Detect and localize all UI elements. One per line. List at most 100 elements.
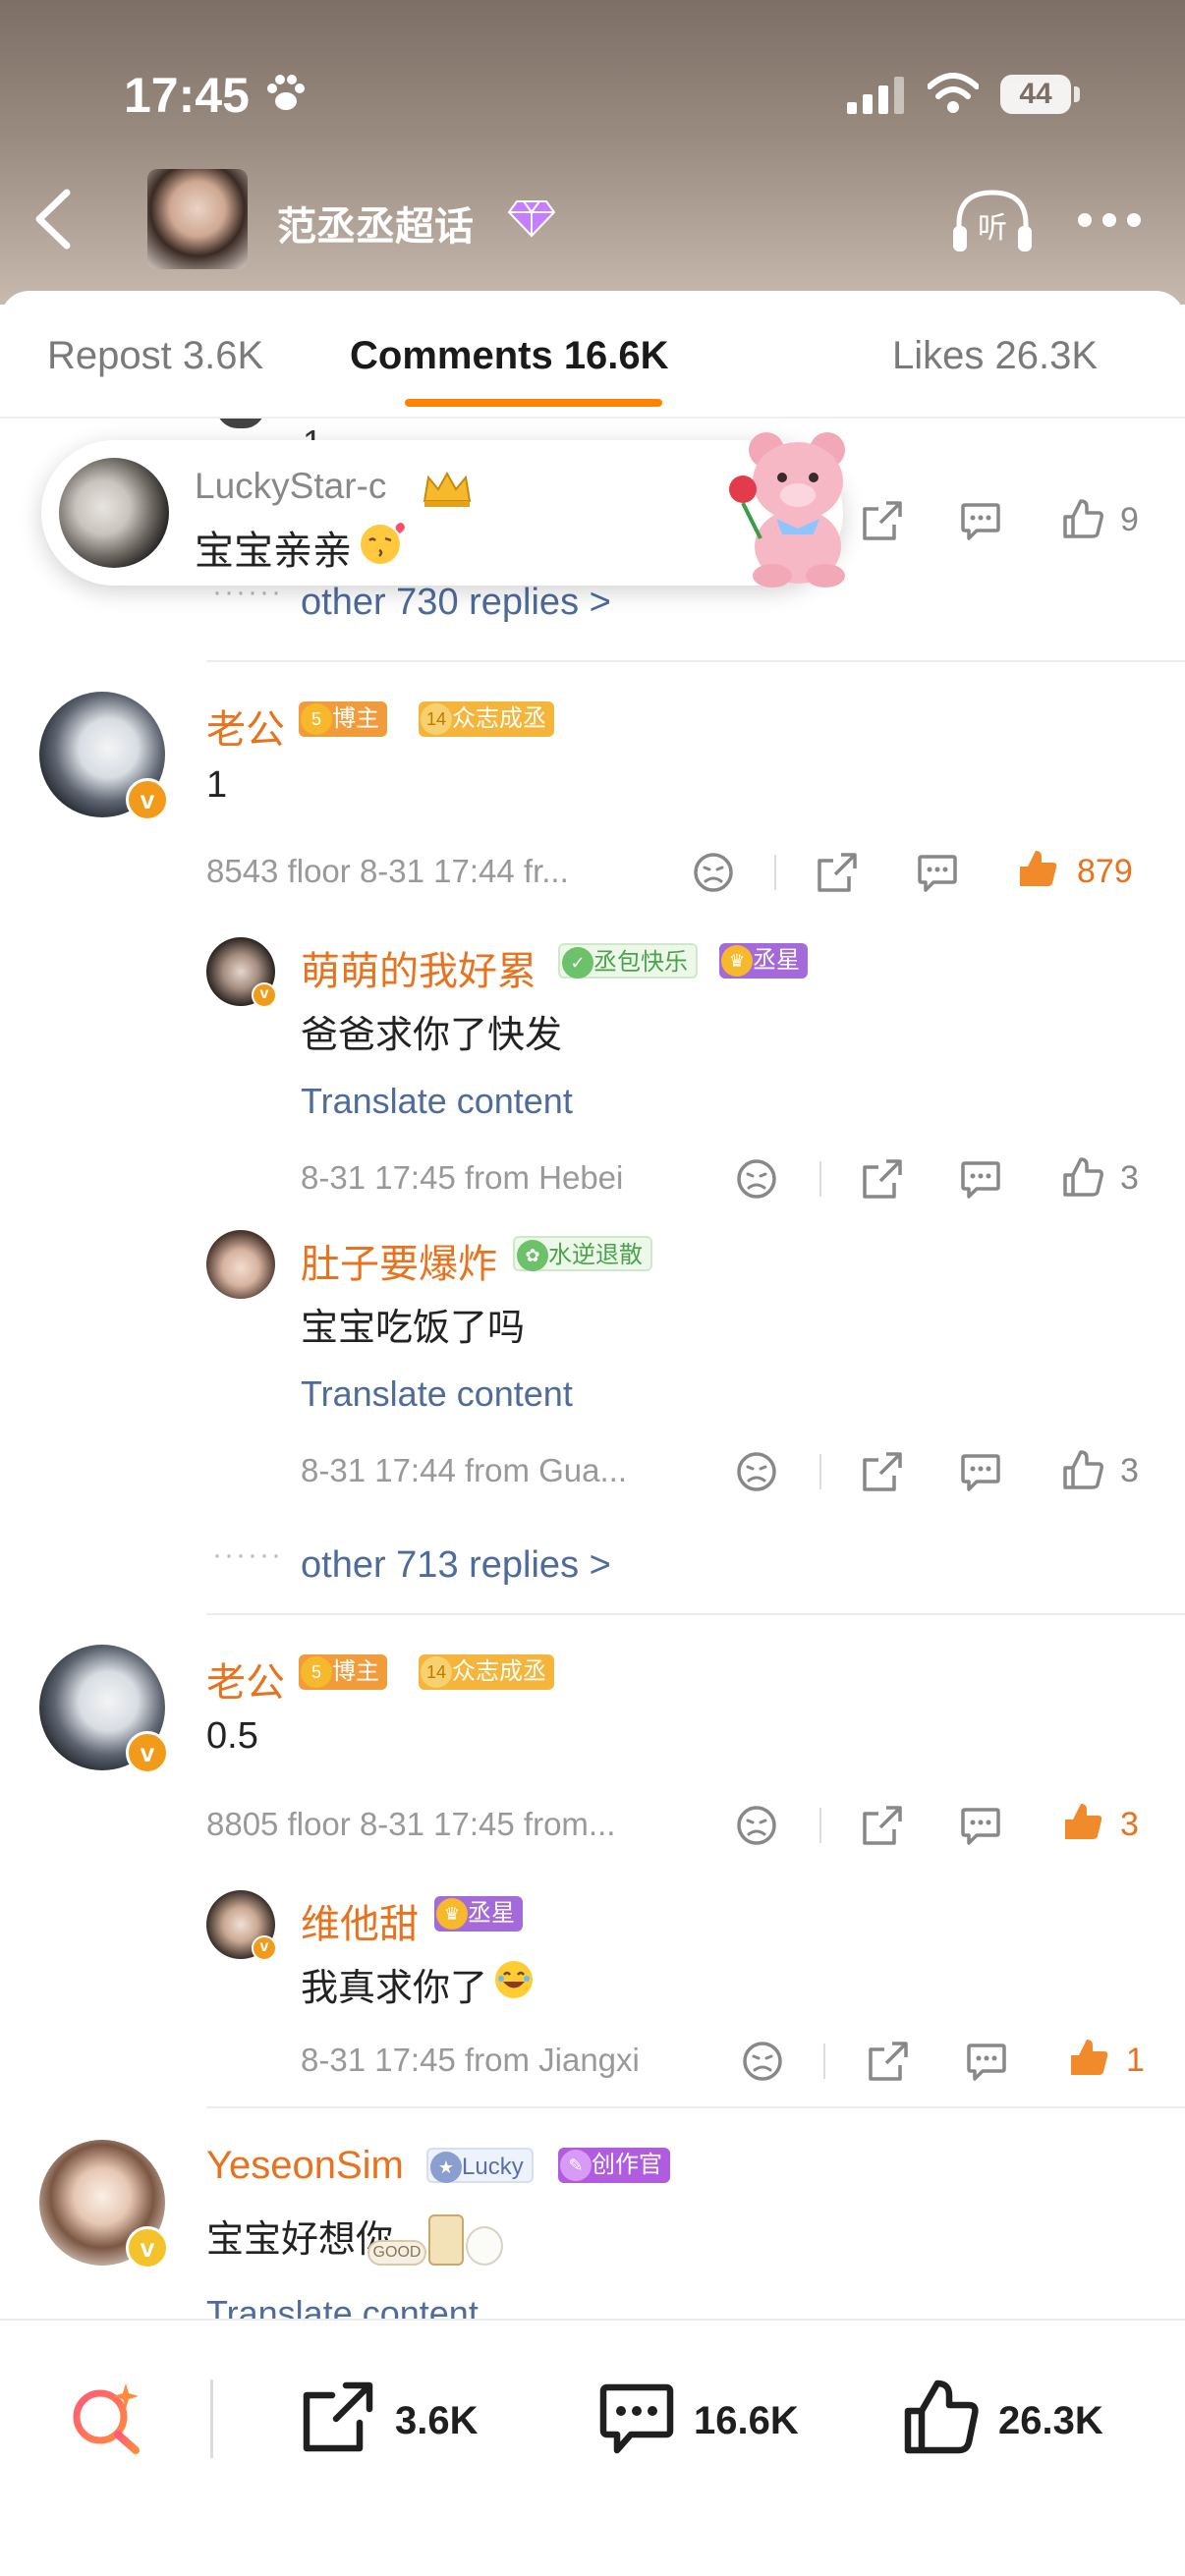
verified-badge-icon: v bbox=[252, 982, 277, 1008]
tab-repost[interactable]: Repost 3.6K bbox=[47, 334, 263, 378]
comment-username[interactable]: 老公 bbox=[206, 1651, 285, 1708]
like-icon[interactable] bbox=[1067, 2036, 1110, 2079]
dislike-icon[interactable] bbox=[741, 2040, 784, 2083]
lotus-icon: ✿ bbox=[517, 1240, 548, 1271]
badge-level-icon: 14 bbox=[421, 1656, 452, 1688]
back-arrow-icon[interactable] bbox=[28, 187, 77, 252]
verified-badge-icon: v bbox=[126, 778, 169, 821]
toast-username: LuckyStar-c bbox=[195, 466, 387, 506]
dislike-icon[interactable] bbox=[735, 1450, 778, 1493]
translate-link[interactable]: Translate content bbox=[206, 2293, 479, 2319]
active-tab-indicator bbox=[405, 399, 662, 407]
toast-text: 宝宝亲亲 bbox=[195, 530, 352, 573]
badge-blogger[interactable]: 5 博主 bbox=[299, 701, 387, 737]
badge-fan-group[interactable]: 14 众志成丞 bbox=[419, 701, 554, 737]
status-time: 17:45 bbox=[124, 68, 250, 123]
repost-count[interactable]: 3.6K bbox=[395, 2399, 479, 2443]
comment-text: 宝宝好想你 bbox=[206, 2219, 394, 2261]
reaction-toast[interactable]: LuckyStar-c 宝宝亲亲 bbox=[41, 432, 845, 588]
comment-icon[interactable] bbox=[959, 499, 1002, 542]
badge-level-icon: 5 bbox=[301, 703, 332, 735]
more-replies-link[interactable]: other 713 replies > bbox=[301, 1544, 611, 1587]
comment-divider bbox=[206, 660, 1185, 662]
drink-icon bbox=[428, 2214, 464, 2266]
like-count: 9 bbox=[1120, 501, 1139, 538]
headphones-listen-icon[interactable]: 听 bbox=[951, 187, 1034, 255]
like-icon[interactable] bbox=[1061, 1448, 1104, 1491]
translate-link[interactable]: Translate content bbox=[301, 1081, 573, 1122]
comment-icon[interactable] bbox=[916, 851, 959, 894]
teddy-bear-rose-icon bbox=[729, 432, 845, 588]
like-count: 1 bbox=[1126, 2042, 1145, 2079]
reply-username[interactable]: 萌萌的我好累 bbox=[301, 939, 536, 996]
more-options-icon[interactable] bbox=[1077, 212, 1142, 228]
tab-likes[interactable]: Likes 26.3K bbox=[892, 334, 1098, 378]
likes-count[interactable]: 26.3K bbox=[998, 2399, 1103, 2443]
share-icon[interactable] bbox=[861, 1450, 904, 1493]
comment-icon[interactable] bbox=[959, 1804, 1002, 1847]
repost-icon[interactable] bbox=[301, 2380, 375, 2454]
comment-meta: 8543 floor 8-31 17:44 fr... bbox=[206, 853, 569, 889]
topic-header: 17:45 44 范丞丞超话 听 bbox=[0, 0, 1185, 305]
comment-icon[interactable] bbox=[959, 1157, 1002, 1201]
dislike-icon[interactable] bbox=[692, 851, 735, 894]
share-icon[interactable] bbox=[816, 851, 859, 894]
like-icon[interactable] bbox=[1016, 847, 1059, 890]
search-sparkle-icon[interactable] bbox=[69, 2381, 143, 2456]
comment-list[interactable]: 1 9 ······ other 730 replies > v 老公 5博主 … bbox=[0, 419, 1185, 2319]
comment-icon[interactable] bbox=[965, 2040, 1008, 2083]
badge-fan-title[interactable]: ✓ 丞包快乐 bbox=[558, 943, 698, 979]
comment-username[interactable]: 老公 bbox=[206, 698, 285, 755]
good-label: GOOD bbox=[367, 2240, 426, 2266]
tab-comments[interactable]: Comments 16.6K bbox=[350, 334, 669, 378]
cat-icon bbox=[466, 2226, 503, 2266]
comments-count[interactable]: 16.6K bbox=[694, 2399, 799, 2443]
comments-icon[interactable] bbox=[597, 2380, 676, 2458]
like-count: 3 bbox=[1120, 1452, 1139, 1489]
badge-creator[interactable]: ✎ 创作官 bbox=[558, 2148, 670, 2183]
share-icon[interactable] bbox=[861, 1157, 904, 1201]
translate-link[interactable]: Translate content bbox=[301, 1373, 573, 1415]
paw-icon bbox=[267, 75, 305, 110]
separator bbox=[819, 1808, 821, 1843]
like-icon[interactable] bbox=[1061, 1155, 1104, 1199]
bottom-action-bar: 3.6K 16.6K 26.3K bbox=[0, 2319, 1185, 2576]
comment-text: 1 bbox=[206, 764, 228, 806]
avatar[interactable] bbox=[206, 1230, 275, 1299]
comment-icon[interactable] bbox=[959, 1450, 1002, 1493]
badge-star[interactable]: ♛ 丞星 bbox=[719, 943, 808, 979]
like-icon[interactable] bbox=[1061, 497, 1104, 540]
comment-meta: 8805 floor 8-31 17:45 from... bbox=[206, 1806, 616, 1842]
like-icon[interactable] bbox=[1061, 1800, 1104, 1843]
crown-icon: ♛ bbox=[436, 1898, 468, 1930]
like-thumb-icon[interactable] bbox=[902, 2378, 981, 2456]
badge-star[interactable]: ♛ 丞星 bbox=[434, 1896, 523, 1932]
dislike-icon[interactable] bbox=[735, 1157, 778, 1201]
comment-divider bbox=[206, 1613, 1185, 1615]
reply-meta: 8-31 17:45 from Jiangxi bbox=[301, 2042, 640, 2078]
battery-indicator: 44 bbox=[1000, 75, 1071, 114]
topic-title[interactable]: 范丞丞超话 bbox=[277, 195, 474, 252]
dislike-icon[interactable] bbox=[735, 1804, 778, 1847]
lucky-figure-icon: ★ bbox=[430, 2152, 462, 2183]
share-icon[interactable] bbox=[867, 2040, 910, 2083]
badge-lucky[interactable]: ★ Lucky bbox=[426, 2148, 534, 2183]
comment-text: 0.5 bbox=[206, 1715, 258, 1757]
replies-connector: ······ bbox=[212, 1539, 283, 1571]
comment-username[interactable]: YeseonSim bbox=[206, 2144, 404, 2188]
verified-badge-icon: v bbox=[126, 1731, 169, 1774]
topic-avatar[interactable] bbox=[147, 169, 248, 269]
reply-username[interactable]: 维他甜 bbox=[301, 1892, 419, 1949]
tab-bar: Repost 3.6K Comments 16.6K Likes 26.3K bbox=[0, 291, 1185, 419]
more-replies-link[interactable]: other 730 replies > bbox=[301, 582, 611, 624]
separator bbox=[774, 855, 776, 890]
share-icon[interactable] bbox=[861, 1804, 904, 1847]
badge-fan-group[interactable]: 14 众志成丞 bbox=[419, 1654, 554, 1690]
creator-icon: ✎ bbox=[560, 2150, 592, 2181]
badge-blogger[interactable]: 5 博主 bbox=[299, 1654, 387, 1690]
battery-tip bbox=[1074, 86, 1080, 102]
svg-text:听: 听 bbox=[978, 211, 1007, 246]
badge-fan-title[interactable]: ✿ 水逆退散 bbox=[513, 1236, 652, 1271]
kiss-emoji-icon bbox=[361, 523, 405, 564]
reply-username[interactable]: 肚子要爆炸 bbox=[301, 1232, 497, 1289]
